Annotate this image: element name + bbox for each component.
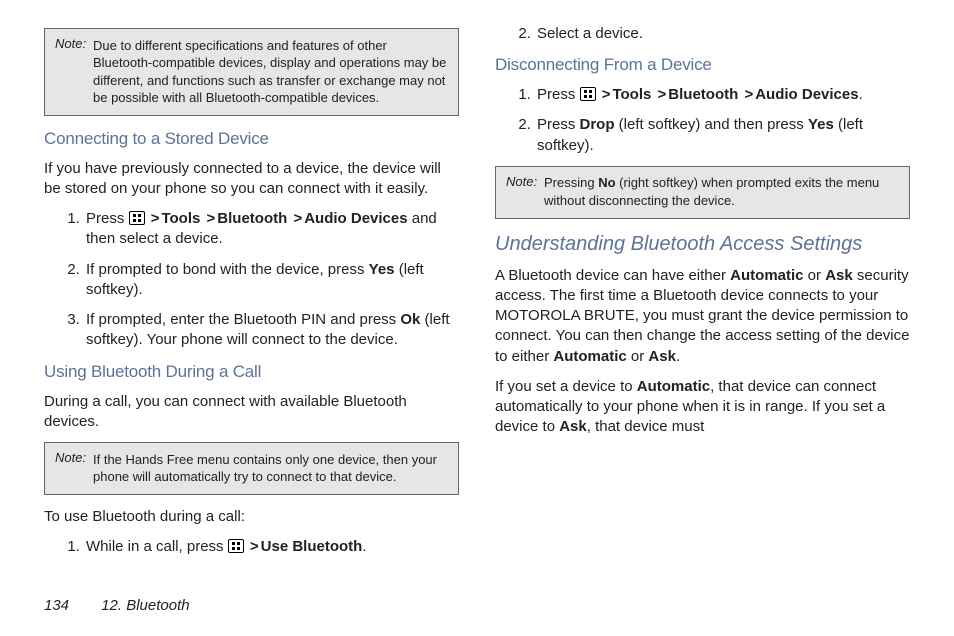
heading-using: Using Bluetooth During a Call <box>44 361 459 384</box>
text: Press <box>86 210 129 227</box>
text: If you set a device to <box>495 378 637 395</box>
heading-disconnect: Disconnecting From a Device <box>495 54 910 77</box>
bold-use-bluetooth: Use Bluetooth <box>261 538 363 555</box>
menu-icon <box>228 539 244 553</box>
note-body: Pressing No (right softkey) when prompte… <box>544 174 899 209</box>
bold-bluetooth: Bluetooth <box>668 86 738 103</box>
menu-icon <box>129 211 145 225</box>
bold-tools: Tools <box>161 210 200 227</box>
gt-icon: > <box>207 210 216 227</box>
bold-bluetooth: Bluetooth <box>217 210 287 227</box>
para-using: During a call, you can connect with avai… <box>44 392 459 433</box>
bold-ask: Ask <box>825 267 853 284</box>
menu-icon <box>580 87 596 101</box>
text: or <box>627 348 649 365</box>
heading-understanding: Understanding Bluetooth Access Settings <box>495 231 910 258</box>
note-box-1: Note: Due to different specifications an… <box>44 28 459 116</box>
note-body: If the Hands Free menu contains only one… <box>93 451 448 486</box>
bold-audio-devices: Audio Devices <box>304 210 407 227</box>
text: Press <box>537 86 580 103</box>
bold-ask: Ask <box>559 418 587 435</box>
bold-automatic: Automatic <box>553 348 626 365</box>
para-connecting: If you have previously connected to a de… <box>44 159 459 200</box>
text: or <box>804 267 826 284</box>
bold-audio-devices: Audio Devices <box>755 86 858 103</box>
page-number: 134 <box>44 597 69 614</box>
heading-connecting: Connecting to a Stored Device <box>44 128 459 151</box>
bold-ok: Ok <box>400 311 420 328</box>
list-item: Select a device. <box>535 24 910 44</box>
bold-automatic: Automatic <box>637 378 710 395</box>
gt-icon: > <box>151 210 160 227</box>
list-item: Press >Tools >Bluetooth >Audio Devices. <box>535 85 910 105</box>
gt-icon: > <box>602 86 611 103</box>
bold-ask: Ask <box>648 348 676 365</box>
text: . <box>859 86 863 103</box>
note-box-3: Note: Pressing No (right softkey) when p… <box>495 166 910 219</box>
note-label: Note: <box>55 36 86 51</box>
list-item: Press >Tools >Bluetooth >Audio Devices a… <box>84 209 459 250</box>
gt-icon: > <box>293 210 302 227</box>
bold-tools: Tools <box>612 86 651 103</box>
bold-automatic: Automatic <box>730 267 803 284</box>
text: If prompted to bond with the device, pre… <box>86 261 369 278</box>
gt-icon: > <box>744 86 753 103</box>
list-disconnect: Press >Tools >Bluetooth >Audio Devices. … <box>495 85 910 156</box>
text: While in a call, press <box>86 538 228 555</box>
section-title: 12. Bluetooth <box>101 597 189 614</box>
page-columns: Note: Due to different specifications an… <box>44 24 910 572</box>
list-item: While in a call, press >Use Bluetooth. <box>84 537 459 557</box>
text: Pressing <box>544 175 598 190</box>
text: (left softkey) and then press <box>615 116 808 133</box>
bold-yes: Yes <box>808 116 834 133</box>
bold-yes: Yes <box>369 261 395 278</box>
para-set: If you set a device to Automatic , that d… <box>495 377 910 438</box>
note-box-2: Note: If the Hands Free menu contains on… <box>44 442 459 495</box>
note-body: Due to different specifications and feat… <box>93 37 448 107</box>
note-label: Note: <box>55 450 86 465</box>
text: If prompted, enter the Bluetooth PIN and… <box>86 311 400 328</box>
bold-drop: Drop <box>580 116 615 133</box>
gt-icon: > <box>250 538 259 555</box>
text: . <box>362 538 366 555</box>
text: Press <box>537 116 580 133</box>
note-label: Note: <box>506 174 537 189</box>
text: , that device must <box>587 418 705 435</box>
list-item: Press Drop (left softkey) and then press… <box>535 115 910 156</box>
list-item: If prompted to bond with the device, pre… <box>84 260 459 301</box>
text: A Bluetooth device can have either <box>495 267 730 284</box>
list-connecting: Press >Tools >Bluetooth >Audio Devices a… <box>44 209 459 351</box>
para-touse: To use Bluetooth during a call: <box>44 507 459 527</box>
list-item: If prompted, enter the Bluetooth PIN and… <box>84 310 459 351</box>
para-understand: A Bluetooth device can have either Autom… <box>495 266 910 367</box>
bold-no: No <box>598 175 615 190</box>
page-footer: 134 12. Bluetooth <box>44 596 190 616</box>
gt-icon: > <box>658 86 667 103</box>
text: . <box>676 348 680 365</box>
